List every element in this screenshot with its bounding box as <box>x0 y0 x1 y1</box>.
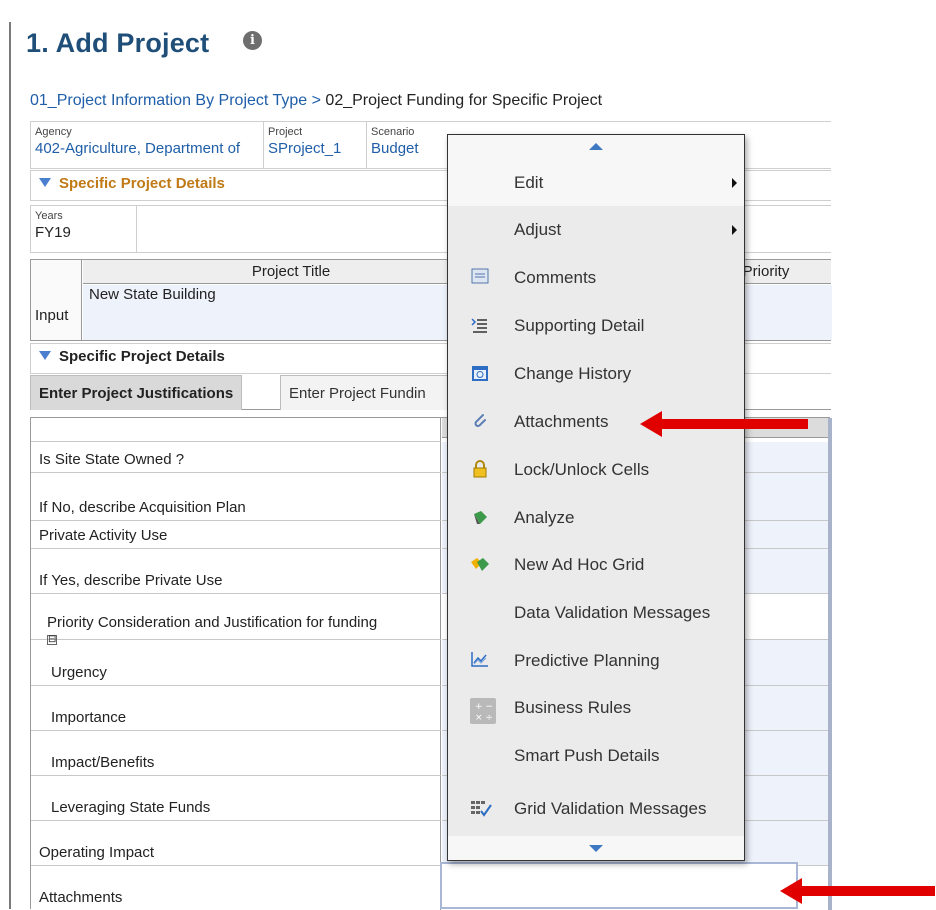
breadcrumb-separator: > <box>307 92 326 109</box>
breadcrumb-link[interactable]: 01_Project Information By Project Type <box>30 92 307 109</box>
annotation-arrow-attachments-cell <box>780 878 935 904</box>
menu-item-business-rules[interactable]: + − × ÷ Business Rules <box>448 684 744 731</box>
table-row[interactable]: Private Activity Use <box>31 521 441 549</box>
menu-item-grid-validation-messages[interactable]: Grid Validation Messages <box>448 785 744 832</box>
grid-row-partial <box>31 418 441 442</box>
breadcrumb: 01_Project Information By Project Type >… <box>30 92 602 110</box>
predictive-planning-icon <box>470 651 490 671</box>
ad-hoc-grid-icon <box>470 555 490 575</box>
pov-agency-label: Agency <box>35 126 72 138</box>
menu-item-supporting-detail[interactable]: Supporting Detail <box>448 302 744 349</box>
pov-scenario-label: Scenario <box>371 126 415 138</box>
svg-text:× ÷: × ÷ <box>475 713 493 723</box>
context-menu: Edit Adjust Comments Supporting Detail C… <box>447 134 745 861</box>
pov-scenario-value[interactable]: Budget <box>371 140 443 157</box>
scroll-down-icon[interactable] <box>589 845 603 852</box>
menu-item-change-history[interactable]: Change History <box>448 350 744 397</box>
table-row[interactable]: Impact/Benefits <box>31 731 441 776</box>
table-row[interactable]: If Yes, describe Private Use <box>31 549 441 594</box>
grid-validation-icon <box>470 799 492 819</box>
collapse-triangle-icon[interactable] <box>39 351 51 360</box>
menu-item-edit[interactable]: Edit <box>448 159 744 206</box>
table-row[interactable]: Operating Impact <box>31 821 441 866</box>
lock-icon <box>470 459 490 480</box>
table-row[interactable]: Importance <box>31 686 441 731</box>
svg-text:+ −: + − <box>475 702 493 712</box>
menu-item-lock-unlock[interactable]: Lock/Unlock Cells <box>448 446 744 493</box>
tab-enter-project-funding[interactable]: Enter Project Fundin <box>280 375 450 410</box>
menu-item-data-validation-messages[interactable]: Data Validation Messages <box>448 589 744 636</box>
menu-item-analyze[interactable]: Analyze <box>448 494 744 541</box>
submenu-arrow-icon <box>732 224 737 235</box>
row-header <box>31 260 82 340</box>
supporting-detail-icon <box>470 316 490 336</box>
table-row[interactable]: Leveraging State Funds <box>31 776 441 821</box>
annotation-arrow-attachments-menu <box>640 411 808 437</box>
breadcrumb-current: 02_Project Funding for Specific Project <box>325 92 603 109</box>
menu-item-new-ad-hoc-grid[interactable]: New Ad Hoc Grid <box>448 541 744 588</box>
table-row[interactable]: If No, describe Acquisition Plan <box>31 473 441 521</box>
menu-scroll-down[interactable] <box>448 836 744 860</box>
project-title-value[interactable]: New State Building <box>89 286 216 303</box>
menu-scroll-up[interactable] <box>448 135 744 159</box>
row-label-input: Input <box>35 307 69 324</box>
section-title: Specific Project Details <box>59 175 225 192</box>
paperclip-icon <box>470 412 490 432</box>
section-title: Specific Project Details <box>59 348 225 365</box>
info-icon[interactable]: i <box>243 31 262 50</box>
analyze-icon <box>470 508 490 528</box>
years-selector[interactable]: Years FY19 <box>31 206 137 252</box>
pov-project-value[interactable]: SProject_1 <box>268 140 362 157</box>
years-value[interactable]: FY19 <box>35 224 132 241</box>
business-rules-icon: + − × ÷ <box>470 697 496 724</box>
menu-item-adjust[interactable]: Adjust <box>448 206 744 253</box>
left-rule <box>9 22 11 909</box>
pov-scenario[interactable]: Scenario Budget <box>367 122 447 168</box>
collapse-triangle-icon[interactable] <box>39 178 51 187</box>
years-label: Years <box>35 210 63 222</box>
comments-icon <box>470 268 490 288</box>
col-header-project-title: Project Title <box>83 260 499 284</box>
scroll-up-icon[interactable] <box>589 143 603 150</box>
submenu-arrow-icon <box>732 177 737 188</box>
table-row[interactable]: Attachments <box>31 866 441 910</box>
table-row[interactable]: ⊟ Priority Consideration and Justificatio… <box>31 594 441 645</box>
pov-project[interactable]: Project SProject_1 <box>264 122 367 168</box>
menu-item-comments[interactable]: Comments <box>448 254 744 301</box>
table-row[interactable]: Urgency <box>31 640 441 686</box>
menu-item-predictive-planning[interactable]: Predictive Planning <box>448 637 744 684</box>
col-header-priority: y Priority <box>731 260 831 284</box>
pov-agency-value[interactable]: 402-Agriculture, Department of <box>35 140 259 157</box>
page-title: 1. Add Project <box>26 28 210 58</box>
pov-project-label: Project <box>268 126 303 138</box>
attachments-cell[interactable] <box>440 862 798 909</box>
grid-scrollbar[interactable] <box>828 418 832 910</box>
pov-agency[interactable]: Agency 402-Agriculture, Department of <box>31 122 264 168</box>
table-row[interactable]: Is Site State Owned ? <box>31 442 441 473</box>
change-history-icon <box>470 364 490 384</box>
tab-enter-project-justifications[interactable]: Enter Project Justifications <box>30 375 243 410</box>
menu-item-smart-push-details[interactable]: Smart Push Details <box>448 732 744 779</box>
